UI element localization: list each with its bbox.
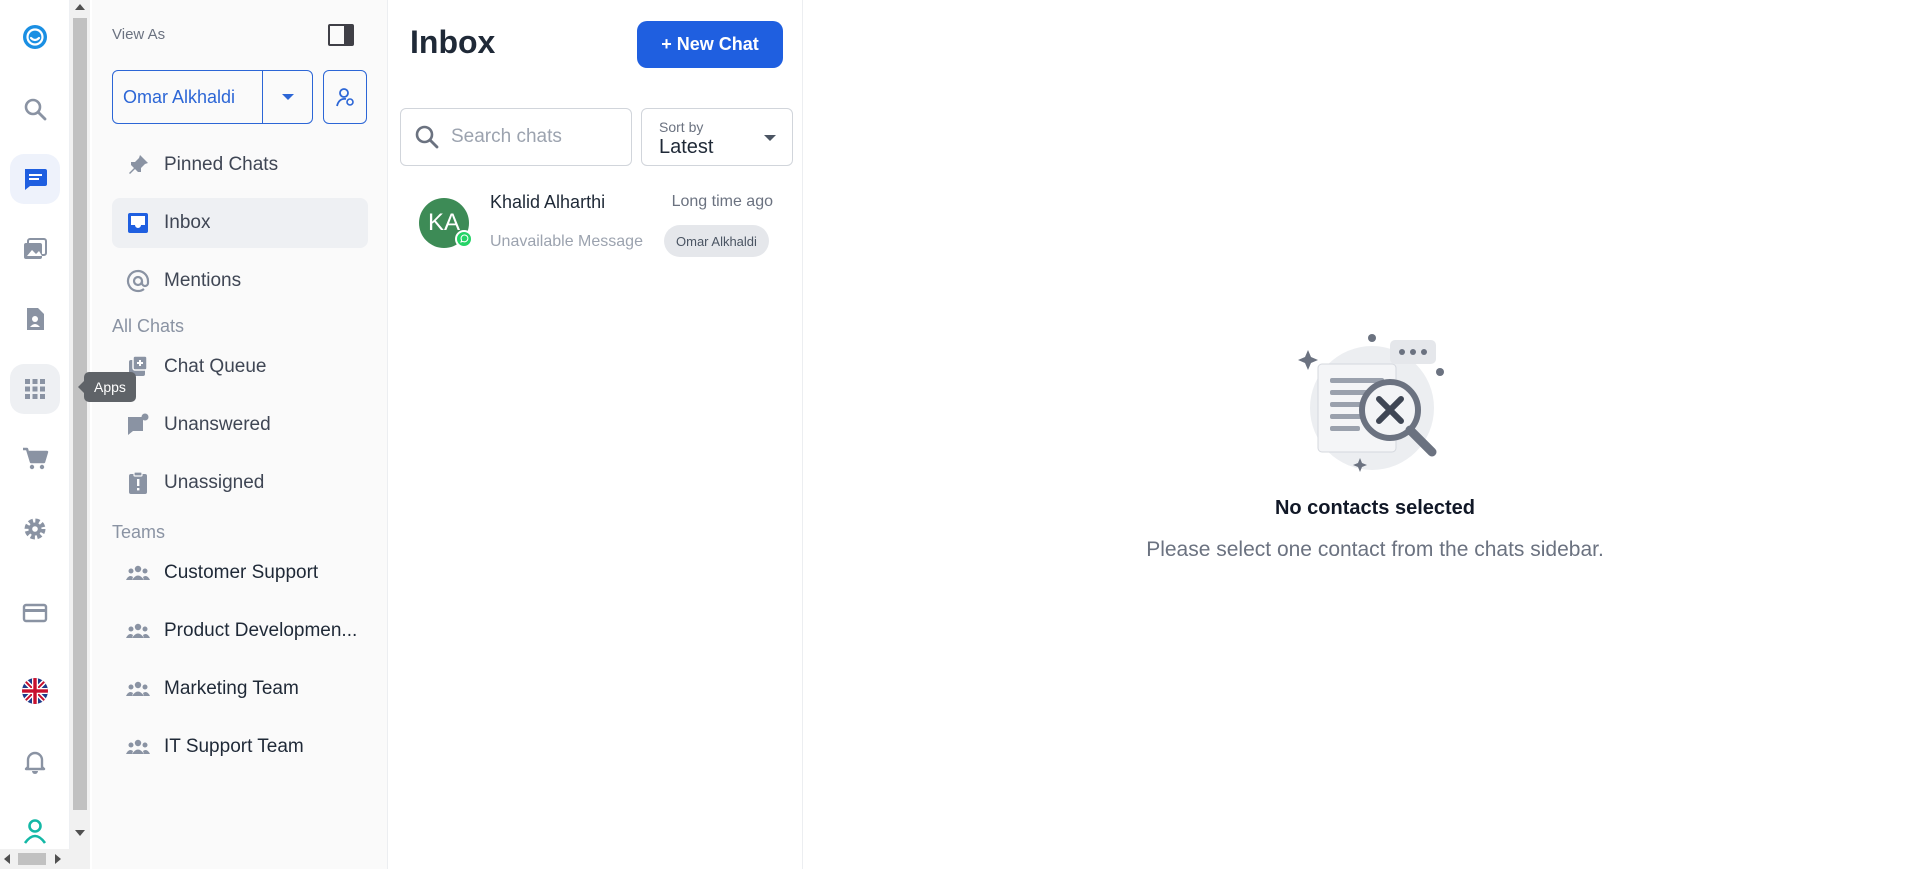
all-chats-heading: All Chats — [112, 316, 185, 336]
nav-item-unanswered[interactable]: Unanswered — [112, 400, 368, 450]
media-library-icon[interactable] — [10, 224, 60, 274]
agent-dropdown-toggle[interactable] — [262, 71, 312, 123]
nav-item-team-customer-support[interactable]: Customer Support — [112, 548, 368, 598]
teams-heading: Teams — [112, 522, 166, 542]
nav-item-inbox[interactable]: Inbox — [112, 198, 368, 248]
brand-logo-icon[interactable] — [10, 12, 60, 62]
view-as-agent-select[interactable]: Omar Alkhaldi — [112, 70, 313, 124]
chat-nav-sidebar: View As Omar Alkhaldi Pinned Chats Inbox… — [92, 0, 388, 869]
apps-grid-icon[interactable] — [10, 364, 60, 414]
empty-state-subtitle: Please select one contact from the chats… — [1146, 538, 1604, 561]
billing-card-icon[interactable] — [10, 588, 60, 638]
message-preview: Unavailable Message — [490, 233, 643, 250]
nav-item-team-it-support[interactable]: IT Support Team — [112, 722, 368, 772]
sort-caption: Sort by — [659, 119, 704, 135]
toggle-sidebar-icon[interactable] — [328, 24, 354, 46]
nav-item-team-marketing[interactable]: Marketing Team — [112, 664, 368, 714]
scroll-left-arrow-icon[interactable] — [4, 854, 10, 864]
user-settings-icon — [336, 88, 354, 107]
team-group-icon — [112, 618, 164, 644]
scroll-right-arrow-icon[interactable] — [55, 854, 61, 864]
search-icon — [415, 125, 439, 149]
nav-item-label: Marketing Team — [164, 678, 299, 699]
contact-document-icon[interactable] — [10, 294, 60, 344]
agent-profile-button[interactable] — [323, 70, 367, 124]
new-chat-button[interactable]: + New Chat — [637, 21, 783, 68]
nav-item-label: IT Support Team — [164, 736, 304, 757]
settings-gear-icon[interactable] — [10, 504, 60, 554]
at-sign-icon — [112, 268, 164, 294]
search-input[interactable] — [451, 126, 611, 148]
search-chats-field[interactable] — [400, 108, 632, 166]
chat-list-item[interactable]: KA Khalid Alharthi Long time ago Unavail… — [400, 178, 793, 266]
apps-tooltip: Apps — [78, 372, 136, 402]
nav-item-pinned-chats[interactable]: Pinned Chats — [112, 140, 368, 190]
nav-item-label: Unanswered — [164, 414, 271, 435]
icon-rail — [0, 0, 70, 869]
nav-item-chat-queue[interactable]: Chat Queue — [112, 342, 368, 392]
chat-timestamp: Long time ago — [671, 193, 773, 210]
empty-state-title: No contacts selected — [1274, 497, 1476, 519]
empty-state: No contacts selected Please select one c… — [1050, 320, 1700, 562]
notifications-bell-icon[interactable] — [10, 736, 60, 786]
nav-item-label: Mentions — [164, 270, 242, 291]
vertical-scrollbar[interactable] — [70, 0, 90, 869]
assignee-badge: Omar Alkhaldi — [664, 225, 769, 257]
team-group-icon — [112, 676, 164, 702]
whatsapp-icon — [455, 230, 473, 248]
nav-item-label: Product Developmen... — [164, 620, 358, 641]
sort-value: Latest — [659, 136, 714, 158]
horizontal-scroll-thumb[interactable] — [18, 853, 46, 865]
nav-item-label: Chat Queue — [164, 356, 267, 377]
page-title: Inbox — [410, 24, 496, 60]
unassigned-clipboard-icon — [112, 470, 164, 496]
chevron-down-icon — [281, 94, 294, 100]
agent-name: Omar Alkhaldi — [123, 86, 236, 107]
contact-name: Khalid Alharthi — [490, 192, 606, 212]
no-contacts-illustration-icon — [1298, 334, 1444, 472]
inbox-panel: Inbox + New Chat Sort by Latest KA Khali… — [389, 0, 803, 869]
nav-item-label: Inbox — [164, 212, 211, 233]
unanswered-chat-icon — [112, 412, 164, 438]
nav-item-unassigned[interactable]: Unassigned — [112, 458, 368, 508]
nav-item-label: Customer Support — [164, 562, 319, 583]
scroll-down-arrow-icon[interactable] — [75, 830, 85, 836]
chats-icon[interactable] — [10, 154, 60, 204]
inbox-tray-icon — [112, 210, 164, 236]
scroll-up-arrow-icon[interactable] — [75, 4, 85, 10]
team-group-icon — [112, 560, 164, 586]
cart-icon[interactable] — [10, 434, 60, 484]
nav-item-label: Pinned Chats — [164, 154, 279, 175]
view-as-label: View As — [112, 26, 166, 43]
team-group-icon — [112, 734, 164, 760]
search-icon[interactable] — [10, 84, 60, 134]
horizontal-scrollbar[interactable] — [0, 849, 70, 869]
vertical-scroll-thumb[interactable] — [73, 18, 87, 810]
nav-item-label: Unassigned — [164, 472, 265, 493]
language-uk-flag-icon[interactable] — [10, 666, 60, 716]
chevron-down-icon — [764, 135, 776, 141]
pin-icon — [112, 152, 164, 178]
nav-item-team-product-development[interactable]: Product Developmen... — [112, 606, 368, 656]
nav-item-mentions[interactable]: Mentions — [112, 256, 368, 306]
sort-by-select[interactable]: Sort by Latest — [641, 108, 793, 166]
